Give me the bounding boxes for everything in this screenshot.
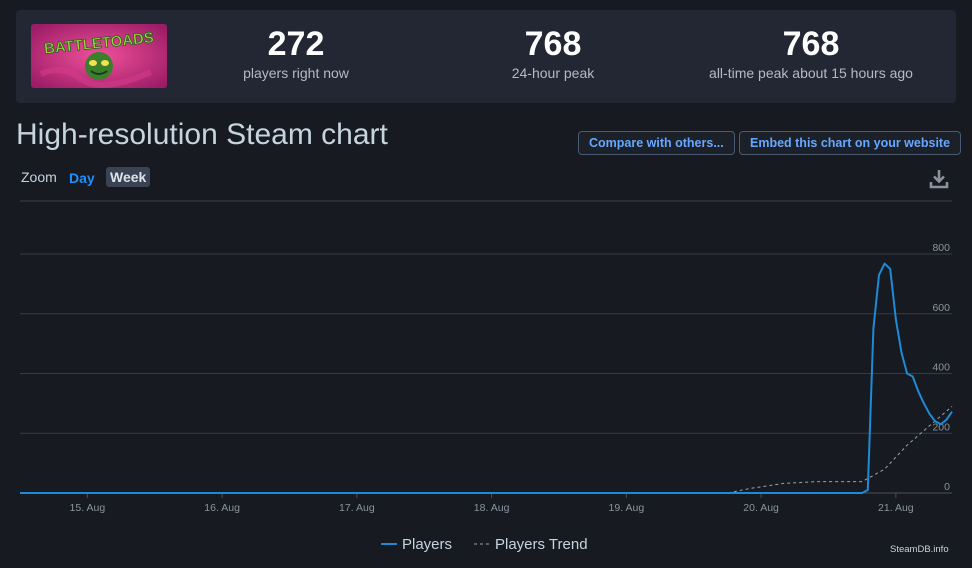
download-icon[interactable]	[929, 168, 949, 190]
zoom-day-button[interactable]: Day	[69, 170, 95, 186]
steamdb-credit[interactable]: SteamDB.info	[890, 544, 949, 555]
zoom-week-button[interactable]: Week	[106, 167, 151, 187]
legend-players-label[interactable]: Players	[402, 536, 452, 553]
stats-header: BATTLETOADS 272 players right now 768 24…	[16, 10, 956, 103]
day-peak-stat: 768 24-hour peak	[478, 24, 628, 82]
battletoads-logo-icon: BATTLETOADS	[31, 24, 167, 88]
x-tick-label: 19. Aug	[609, 502, 645, 514]
y-tick-label: 800	[932, 242, 950, 254]
players-trend-line[interactable]	[20, 406, 953, 494]
x-tick-label: 16. Aug	[204, 502, 240, 514]
x-axis-ticks: 15. Aug 16. Aug 17. Aug 18. Aug 19. Aug 20. A…	[70, 493, 914, 514]
player-count-chart: 0200400600800 15. Aug 16. Aug 17. Aug 18. A…	[20, 200, 953, 553]
grid-lines	[20, 253, 952, 494]
zoom-label: Zoom	[21, 169, 57, 185]
x-tick-label: 18. Aug	[474, 502, 510, 514]
y-axis-ticks: 0200400600800	[932, 242, 950, 493]
current-players-label: players right now	[243, 65, 349, 81]
all-time-peak-stat: 768 all-time peak about 15 hours ago	[686, 24, 936, 82]
y-tick-label: 600	[932, 302, 950, 314]
y-tick-label: 400	[932, 362, 950, 374]
chart-series	[20, 262, 953, 494]
x-tick-label: 20. Aug	[743, 502, 779, 514]
current-players-value: 272	[267, 25, 325, 63]
day-peak-label: 24-hour peak	[511, 65, 595, 81]
all-time-peak-value: 768	[782, 25, 840, 63]
current-players-stat: 272 players right now	[221, 24, 371, 82]
page-title: High-resolution Steam chart	[16, 118, 388, 151]
legend-trend-label[interactable]: Players Trend	[495, 536, 588, 553]
compare-button[interactable]: Compare with others...	[578, 131, 735, 155]
legend: Players Players Trend	[381, 536, 588, 553]
game-logo[interactable]: BATTLETOADS	[31, 24, 167, 88]
players-line[interactable]	[20, 262, 953, 494]
day-peak-value: 768	[524, 25, 582, 63]
x-tick-label: 21. Aug	[878, 502, 914, 514]
embed-chart-button[interactable]: Embed this chart on your website	[739, 131, 962, 155]
x-tick-label: 15. Aug	[70, 502, 106, 514]
x-tick-label: 17. Aug	[339, 502, 375, 514]
all-time-peak-label: all-time peak about 15 hours ago	[709, 65, 913, 81]
y-tick-label: 0	[944, 481, 950, 493]
